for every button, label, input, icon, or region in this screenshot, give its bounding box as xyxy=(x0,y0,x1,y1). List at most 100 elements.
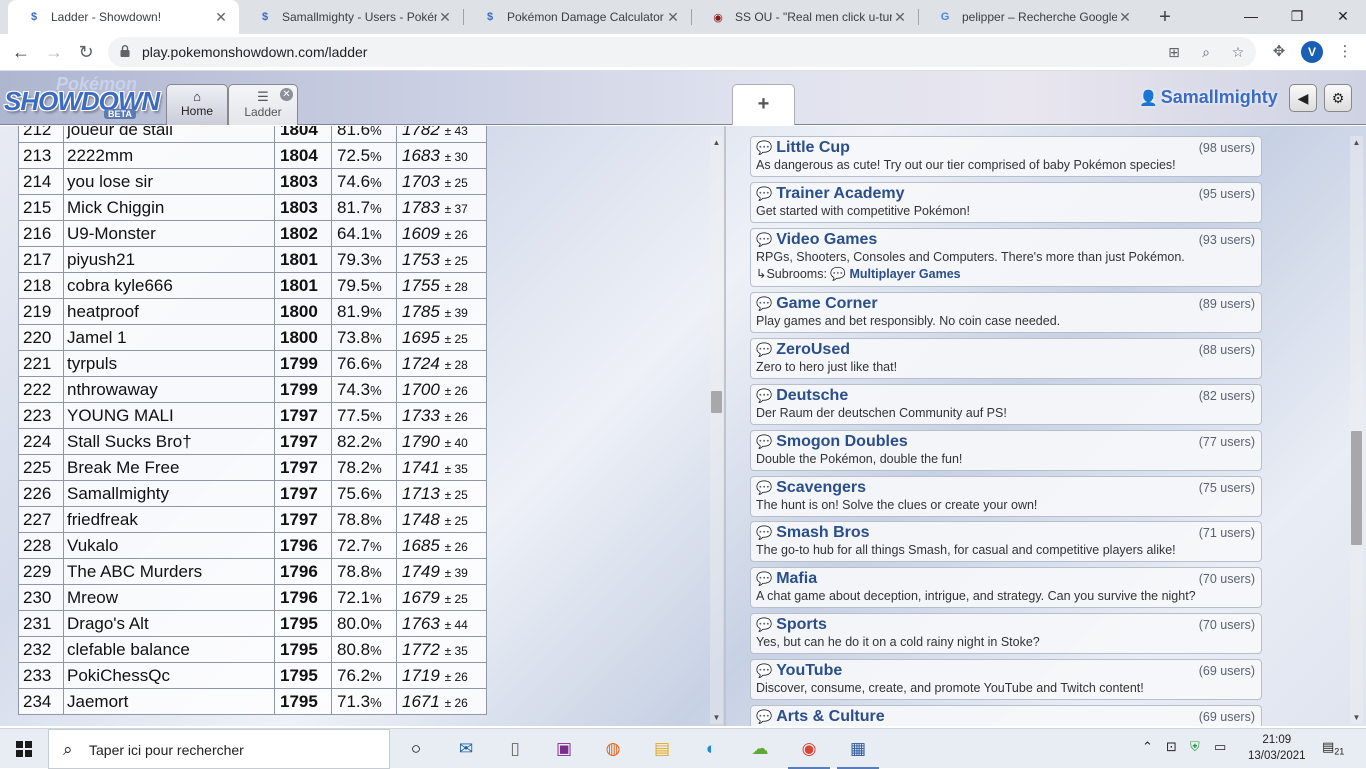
cloud-app-icon[interactable]: ☁ xyxy=(746,735,774,763)
ladder-username[interactable]: Mick Chiggin xyxy=(63,194,275,221)
chrome-icon[interactable]: ◉ xyxy=(795,735,823,763)
room-entry[interactable]: 💬 Game Corner (89 users) Play games and bet… xyxy=(750,292,1262,333)
user-menu[interactable]: 👤 Samallmighty xyxy=(1139,87,1278,108)
close-tab-icon[interactable]: ✕ xyxy=(437,9,453,26)
firefox-icon[interactable]: ◍ xyxy=(599,735,627,763)
translate-icon[interactable]: ⊞ xyxy=(1164,42,1184,62)
room-name-link[interactable]: 💬 Scavengers xyxy=(756,479,866,497)
edge-icon[interactable]: ◐ xyxy=(697,735,725,763)
room-entry[interactable]: 💬 Trainer Academy (95 users) Get started wi… xyxy=(750,182,1262,223)
room-name-link[interactable]: 💬 Deutsche xyxy=(756,387,848,405)
scroll-down-icon[interactable]: ▼ xyxy=(710,713,723,722)
room-entry[interactable]: 💬 Scavengers (75 users) The hunt is on! Sol… xyxy=(750,476,1262,517)
subroom-link[interactable]: Multiplayer Games xyxy=(849,267,960,281)
tab-home[interactable]: ⌂ Home xyxy=(166,84,228,125)
room-entry[interactable]: 💬 Arts & Culture (69 users) xyxy=(750,705,1262,726)
close-tab-icon[interactable]: ✕ xyxy=(1117,9,1133,26)
ladder-username[interactable]: The ABC Murders xyxy=(63,558,275,585)
ladder-username[interactable]: joueur de stall xyxy=(63,126,275,143)
room-entry[interactable]: 💬 Smash Bros (71 users) The go-to hub for a… xyxy=(750,521,1262,562)
ladder-username[interactable]: heatproof xyxy=(63,298,275,325)
start-button[interactable] xyxy=(0,729,48,769)
browser-tab-google[interactable]: G pelipper – Recherche Google ✕ xyxy=(919,0,1143,34)
new-tab-button[interactable]: + xyxy=(1153,5,1177,29)
ladder-scrollbar[interactable]: ▲ ▼ xyxy=(710,136,723,724)
showdown-logo[interactable]: Pokémon SHOWDOWN BETA xyxy=(4,74,160,122)
room-entry[interactable]: 💬 Sports (70 users) Yes, but can he do it o… xyxy=(750,613,1262,654)
room-name-link[interactable]: 💬 Mafia xyxy=(756,570,817,588)
tray-network-icon[interactable]: ▭ xyxy=(1214,739,1226,755)
back-icon[interactable]: ← xyxy=(7,38,35,66)
scroll-thumb[interactable] xyxy=(711,391,722,413)
ladder-username[interactable]: Break Me Free xyxy=(63,454,275,481)
ladder-username[interactable]: U9-Monster xyxy=(63,220,275,247)
room-entry[interactable]: 💬 ZeroUsed (88 users) Zero to hero just lik… xyxy=(750,338,1262,379)
room-name-link[interactable]: 💬 Sports xyxy=(756,616,827,634)
ladder-username[interactable]: cobra kyle666 xyxy=(63,272,275,299)
room-entry[interactable]: 💬 YouTube (69 users) Discover, consume, cre… xyxy=(750,659,1262,700)
rooms-scrollbar[interactable]: ▲ ▼ xyxy=(1350,136,1363,724)
ladder-username[interactable]: Jaemort xyxy=(63,688,275,715)
room-entry[interactable]: 💬 Video Games (93 users) RPGs, Shooters, Co… xyxy=(750,228,1262,287)
tray-chevron-icon[interactable]: ⌃ xyxy=(1142,739,1153,755)
ladder-username[interactable]: Vukalo xyxy=(63,532,275,559)
close-tab-icon[interactable]: ✕ xyxy=(665,9,681,26)
scroll-thumb[interactable] xyxy=(1351,431,1362,545)
bookmark-star-icon[interactable]: ☆ xyxy=(1228,42,1248,62)
notifications-icon[interactable]: ▤21 xyxy=(1322,739,1344,757)
room-name-link[interactable]: 💬 Smash Bros xyxy=(756,524,870,542)
address-bar[interactable]: play.pokemonshowdown.com/ladder ⊞ ⌕ ☆ xyxy=(108,37,1256,67)
browser-tab-ladder[interactable]: $ Ladder - Showdown! ✕ xyxy=(8,0,239,34)
close-tab-icon[interactable]: ✕ xyxy=(892,9,908,26)
zoom-icon[interactable]: ⌕ xyxy=(1196,42,1216,62)
file-icon[interactable]: ▯ xyxy=(501,735,529,763)
room-entry[interactable]: 💬 Deutsche (82 users) Der Raum der deutsche… xyxy=(750,384,1262,425)
tab-ladder[interactable]: ☰ Ladder ✕ xyxy=(228,84,298,125)
close-tab-icon[interactable]: ✕ xyxy=(280,88,293,101)
ladder-username[interactable]: nthrowaway xyxy=(63,376,275,403)
ladder-username[interactable]: tyrpuls xyxy=(63,350,275,377)
ladder-username[interactable]: Drago's Alt xyxy=(63,610,275,637)
ladder-username[interactable]: 2222mm xyxy=(63,142,275,169)
sound-button[interactable]: ◀ xyxy=(1289,84,1317,112)
restore-button[interactable]: ❐ xyxy=(1274,0,1320,34)
minimize-button[interactable]: — xyxy=(1228,0,1274,34)
browser-tab-calc[interactable]: $ Pokémon Damage Calculator ✕ xyxy=(464,0,691,34)
room-entry[interactable]: 💬 Mafia (70 users) A chat game about decept… xyxy=(750,567,1262,608)
word-icon[interactable]: ▦ xyxy=(844,735,872,763)
room-name-link[interactable]: 💬 Arts & Culture xyxy=(756,708,885,726)
scroll-up-icon[interactable]: ▲ xyxy=(1350,138,1363,147)
room-entry[interactable]: 💬 Smogon Doubles (77 users) Double the Poké… xyxy=(750,430,1262,471)
options-button[interactable]: ⚙ xyxy=(1324,84,1352,112)
room-name-link[interactable]: 💬 Trainer Academy xyxy=(756,185,905,203)
tray-shield-icon[interactable]: ⛨ xyxy=(1190,739,1200,755)
task-view-icon[interactable]: ○ xyxy=(402,735,430,763)
tray-device-icon[interactable]: ⊡ xyxy=(1166,739,1177,755)
close-window-button[interactable]: ✕ xyxy=(1320,0,1366,34)
mail-icon[interactable]: ✉ xyxy=(452,735,480,763)
ladder-username[interactable]: you lose sir xyxy=(63,168,275,195)
ladder-username[interactable]: piyush21 xyxy=(63,246,275,273)
ladder-username[interactable]: PokiChessQc xyxy=(63,662,275,689)
scroll-up-icon[interactable]: ▲ xyxy=(710,138,723,147)
chrome-menu-icon[interactable]: ⋮ xyxy=(1335,42,1355,62)
taskbar-search[interactable]: ⌕ Taper ici pour rechercher xyxy=(48,729,390,769)
extensions-icon[interactable]: ✥ xyxy=(1269,42,1289,62)
file-explorer-icon[interactable]: ▤ xyxy=(648,735,676,763)
onenote-icon[interactable]: ▣ xyxy=(550,735,578,763)
profile-avatar[interactable]: V xyxy=(1301,41,1323,63)
room-name-link[interactable]: 💬 Little Cup xyxy=(756,139,850,157)
ladder-username[interactable]: Stall Sucks Bro† xyxy=(63,428,275,455)
reload-icon[interactable]: ↻ xyxy=(72,38,100,66)
ladder-username[interactable]: Jamel 1 xyxy=(63,324,275,351)
browser-tab-forum[interactable]: ◉ SS OU - "Real men click u-turn ✕ xyxy=(692,0,918,34)
forward-icon[interactable]: → xyxy=(40,38,68,66)
ladder-username[interactable]: Mreow xyxy=(63,584,275,611)
room-name-link[interactable]: 💬 Video Games xyxy=(756,231,877,249)
close-tab-icon[interactable]: ✕ xyxy=(213,9,229,26)
room-name-link[interactable]: 💬 YouTube xyxy=(756,662,842,680)
room-name-link[interactable]: 💬 Game Corner xyxy=(756,295,878,313)
ladder-username[interactable]: YOUNG MALI xyxy=(63,402,275,429)
scroll-down-icon[interactable]: ▼ xyxy=(1350,713,1363,722)
ladder-username[interactable]: friedfreak xyxy=(63,506,275,533)
